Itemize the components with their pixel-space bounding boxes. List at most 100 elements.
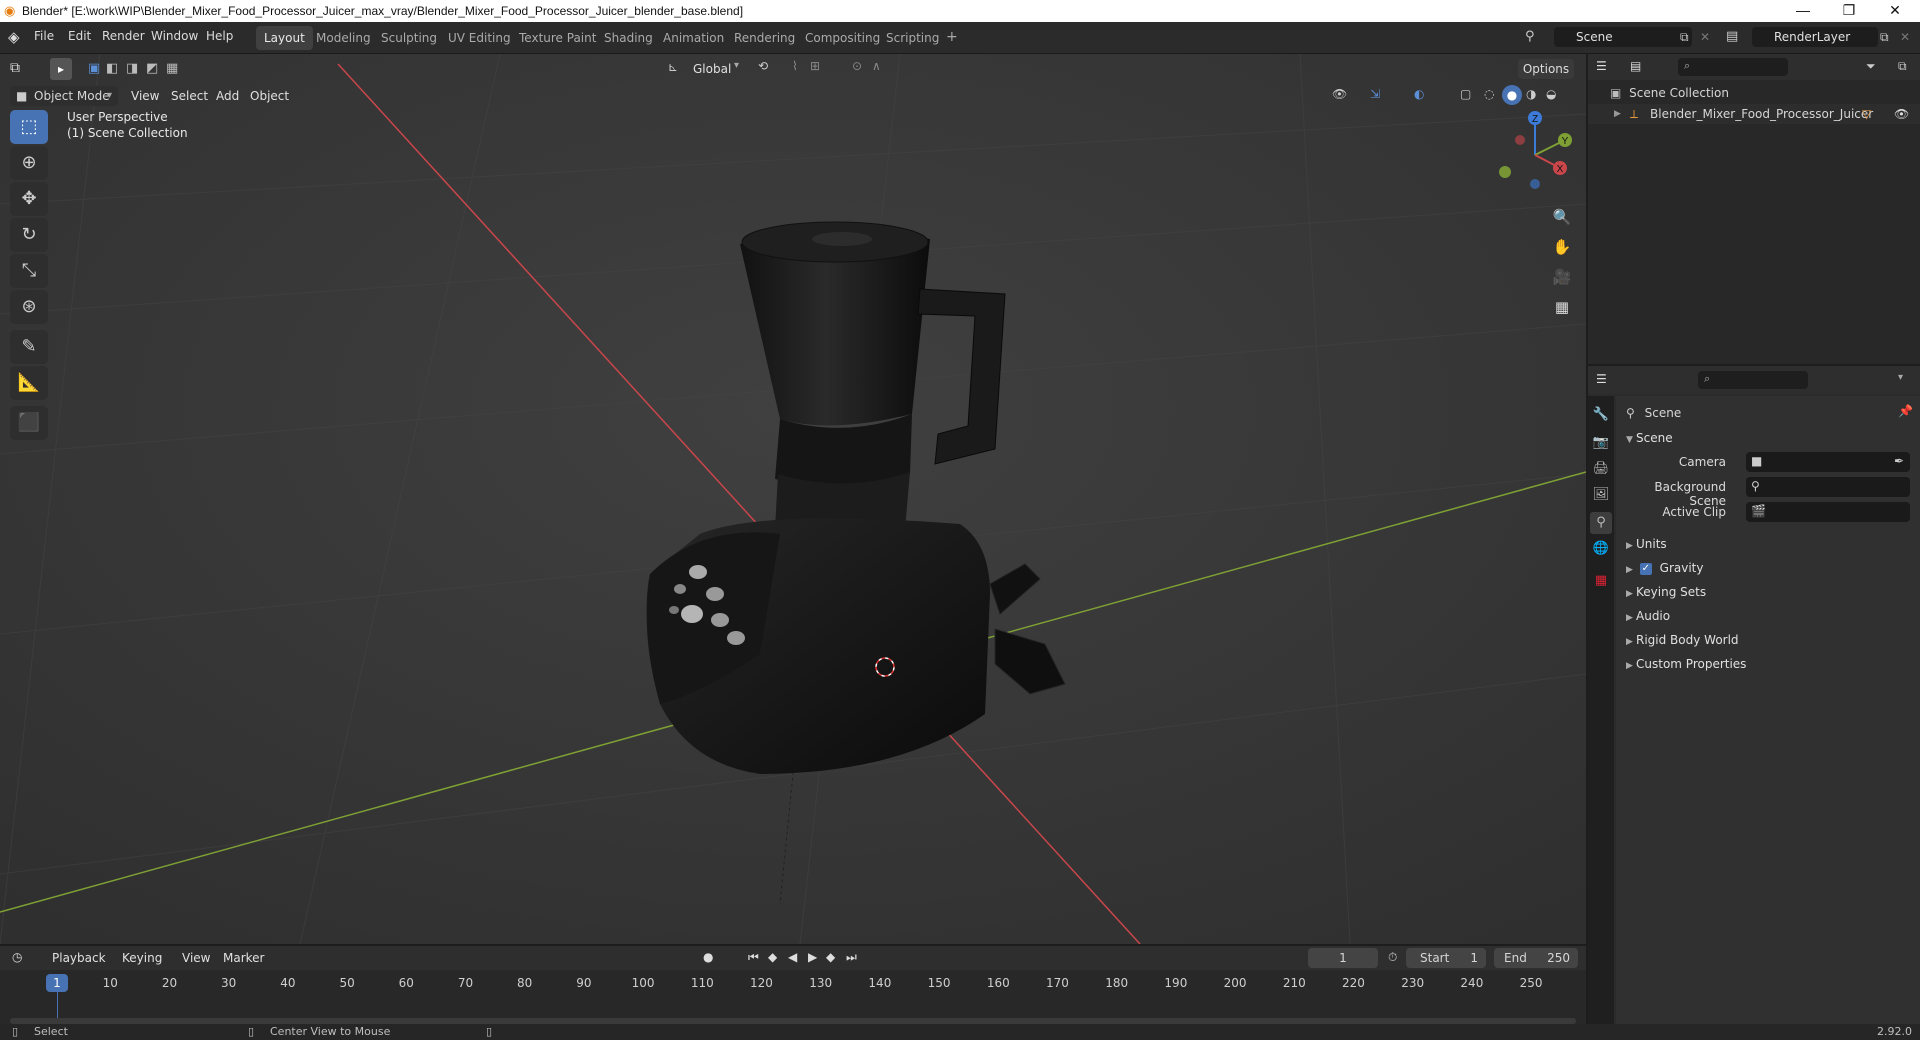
- render-layer-field[interactable]: RenderLayer: [1752, 27, 1878, 47]
- tab-sculpting[interactable]: Sculpting: [373, 26, 445, 50]
- 3d-viewport[interactable]: ⧉ ▸ ▣ ◧ ◨ ◩ ▦ ⊾ Global ▾ ⟲ ⌇ ⊞ ⊙ ∧ Optio…: [0, 54, 1586, 944]
- expand-arrow-icon[interactable]: ▶: [1614, 104, 1621, 124]
- outliner-search-input[interactable]: ⌕: [1678, 58, 1788, 76]
- background-scene-field[interactable]: ⚲: [1746, 477, 1910, 497]
- snap-target-icon[interactable]: ⊞: [810, 59, 820, 73]
- end-frame-field[interactable]: End 250: [1494, 948, 1578, 968]
- delete-scene-icon[interactable]: ✕: [1700, 30, 1710, 44]
- tab-uv-editing[interactable]: UV Editing: [440, 26, 519, 50]
- view-menu[interactable]: View: [182, 948, 210, 968]
- texture-tab-icon[interactable]: ▦: [1590, 570, 1612, 592]
- tab-texture-paint[interactable]: Texture Paint: [511, 26, 604, 50]
- playback-menu[interactable]: Playback: [52, 948, 106, 968]
- close-button[interactable]: ✕: [1872, 0, 1918, 22]
- tab-animation[interactable]: Animation: [655, 26, 732, 50]
- rigid-body-world-panel[interactable]: ▶ Rigid Body World: [1626, 630, 1739, 650]
- timeline-ruler[interactable]: 1 10 20 30 40 50 60 70 80 90 100 110 120 130 140 150 16…: [0, 970, 1586, 1026]
- menu-window[interactable]: Window: [151, 29, 198, 43]
- display-mode-icon[interactable]: ▤: [1630, 59, 1641, 73]
- camera-field[interactable]: ■ ✒: [1746, 452, 1910, 472]
- options-button[interactable]: Options: [1518, 59, 1574, 79]
- solid-shading-icon[interactable]: ●: [1502, 85, 1522, 105]
- outliner-item[interactable]: ▶ ⟂ Blender_Mixer_Food_Processor_Juicer …: [1588, 104, 1920, 124]
- scene-collection-row[interactable]: ▣ Scene Collection: [1610, 84, 1729, 102]
- rendered-shading-icon[interactable]: ◒: [1546, 87, 1556, 101]
- navigation-gizmo[interactable]: Z Y X: [1490, 110, 1580, 200]
- view-layer-tab-icon[interactable]: 🖼: [1590, 484, 1612, 506]
- active-clip-field[interactable]: 🎬: [1746, 502, 1910, 522]
- move-tool-icon[interactable]: ✥: [10, 182, 48, 216]
- chevron-down-icon[interactable]: ▾: [1898, 372, 1903, 383]
- pivot-icon[interactable]: ⟲: [758, 59, 768, 73]
- xray-icon[interactable]: ▢: [1460, 87, 1471, 101]
- menu-file[interactable]: File: [34, 29, 54, 43]
- units-panel[interactable]: ▶ Units: [1626, 534, 1667, 554]
- editor-type-icon[interactable]: ☰: [1596, 372, 1607, 386]
- tab-layout[interactable]: Layout: [256, 26, 313, 50]
- editor-type-icon[interactable]: ☰: [1596, 59, 1607, 73]
- tool-tab-icon[interactable]: 🔧: [1590, 404, 1612, 426]
- keying-menu[interactable]: Keying: [122, 948, 162, 968]
- marker-menu[interactable]: Marker: [223, 948, 264, 968]
- overlays-icon[interactable]: ◐: [1414, 87, 1424, 101]
- pan-hand-icon[interactable]: ✋: [1549, 234, 1575, 260]
- mode-dropdown[interactable]: ■ Object Mode ▾: [10, 86, 118, 106]
- select-mode-new-icon[interactable]: ▣: [88, 61, 100, 76]
- wireframe-shading-icon[interactable]: ◌: [1484, 87, 1494, 101]
- rotate-tool-icon[interactable]: ↻: [10, 218, 48, 252]
- record-icon[interactable]: ●: [703, 950, 713, 964]
- new-render-layer-icon[interactable]: ⧉: [1880, 30, 1889, 45]
- select-tool-icon[interactable]: ⬚: [10, 110, 48, 144]
- menu-help[interactable]: Help: [206, 29, 233, 43]
- transform-tool-icon[interactable]: ⊛: [10, 290, 48, 324]
- render-tab-icon[interactable]: 📷: [1590, 432, 1612, 454]
- material-shading-icon[interactable]: ◑: [1526, 87, 1536, 101]
- visibility-icon[interactable]: 👁: [1332, 87, 1347, 101]
- pin-icon[interactable]: 📌: [1898, 404, 1913, 418]
- scene-tab-icon[interactable]: ⚲: [1590, 512, 1612, 534]
- menu-render[interactable]: Render: [102, 29, 145, 43]
- add-workspace-icon[interactable]: +: [946, 29, 958, 45]
- gravity-panel[interactable]: ▶ ✓ Gravity: [1626, 558, 1703, 578]
- tab-compositing[interactable]: Compositing: [797, 26, 888, 50]
- audio-panel[interactable]: ▶ Audio: [1626, 606, 1670, 626]
- gizmo-icon[interactable]: ⇲: [1370, 87, 1380, 101]
- tab-modeling[interactable]: Modeling: [308, 26, 379, 50]
- select-box-tool-icon[interactable]: ▸: [50, 58, 72, 80]
- camera-view-icon[interactable]: 🎥: [1549, 264, 1575, 290]
- play-reverse-icon[interactable]: ◀: [788, 950, 797, 964]
- new-scene-icon[interactable]: ⧉: [1680, 30, 1689, 45]
- editor-type-icon[interactable]: ⧉: [10, 60, 20, 76]
- add-cube-tool-icon[interactable]: ⬛: [10, 406, 48, 440]
- playhead-indicator[interactable]: 1: [46, 974, 68, 992]
- measure-tool-icon[interactable]: 📐: [10, 366, 48, 400]
- tab-scripting[interactable]: Scripting: [878, 26, 947, 50]
- stopwatch-icon[interactable]: ⏱: [1388, 950, 1397, 965]
- jump-start-icon[interactable]: ⏮: [748, 950, 759, 965]
- proportional-edit-icon[interactable]: ⊙: [852, 59, 862, 73]
- world-tab-icon[interactable]: 🌐: [1590, 538, 1612, 560]
- minimize-button[interactable]: —: [1780, 0, 1826, 22]
- cursor-tool-icon[interactable]: ⊕: [10, 146, 48, 180]
- gravity-checkbox[interactable]: ✓: [1639, 562, 1652, 575]
- jump-end-icon[interactable]: ⏭: [846, 950, 857, 965]
- next-keyframe-icon[interactable]: ◆: [826, 950, 835, 964]
- menu-add[interactable]: Add: [216, 86, 239, 106]
- restore-button[interactable]: ❐: [1826, 0, 1872, 22]
- keying-sets-panel[interactable]: ▶ Keying Sets: [1626, 582, 1706, 602]
- play-icon[interactable]: ▶: [808, 950, 817, 964]
- select-mode-intersect-icon[interactable]: ▦: [166, 61, 178, 76]
- select-mode-subtract-icon[interactable]: ◨: [126, 61, 138, 76]
- eye-icon[interactable]: 👁: [1894, 104, 1909, 124]
- menu-edit[interactable]: Edit: [68, 29, 91, 43]
- annotate-tool-icon[interactable]: ✎: [10, 330, 48, 364]
- scene-panel-header[interactable]: ▼ Scene: [1626, 428, 1673, 448]
- menu-view[interactable]: View: [131, 86, 159, 106]
- current-frame-field[interactable]: 1: [1308, 948, 1378, 968]
- snap-icon[interactable]: ⌇: [792, 59, 798, 73]
- eyedropper-icon[interactable]: ✒: [1894, 454, 1904, 468]
- select-mode-extend-icon[interactable]: ◧: [106, 61, 118, 76]
- prev-keyframe-icon[interactable]: ◆: [768, 950, 777, 964]
- menu-object[interactable]: Object: [250, 86, 289, 106]
- scale-tool-icon[interactable]: ⤡: [10, 254, 48, 288]
